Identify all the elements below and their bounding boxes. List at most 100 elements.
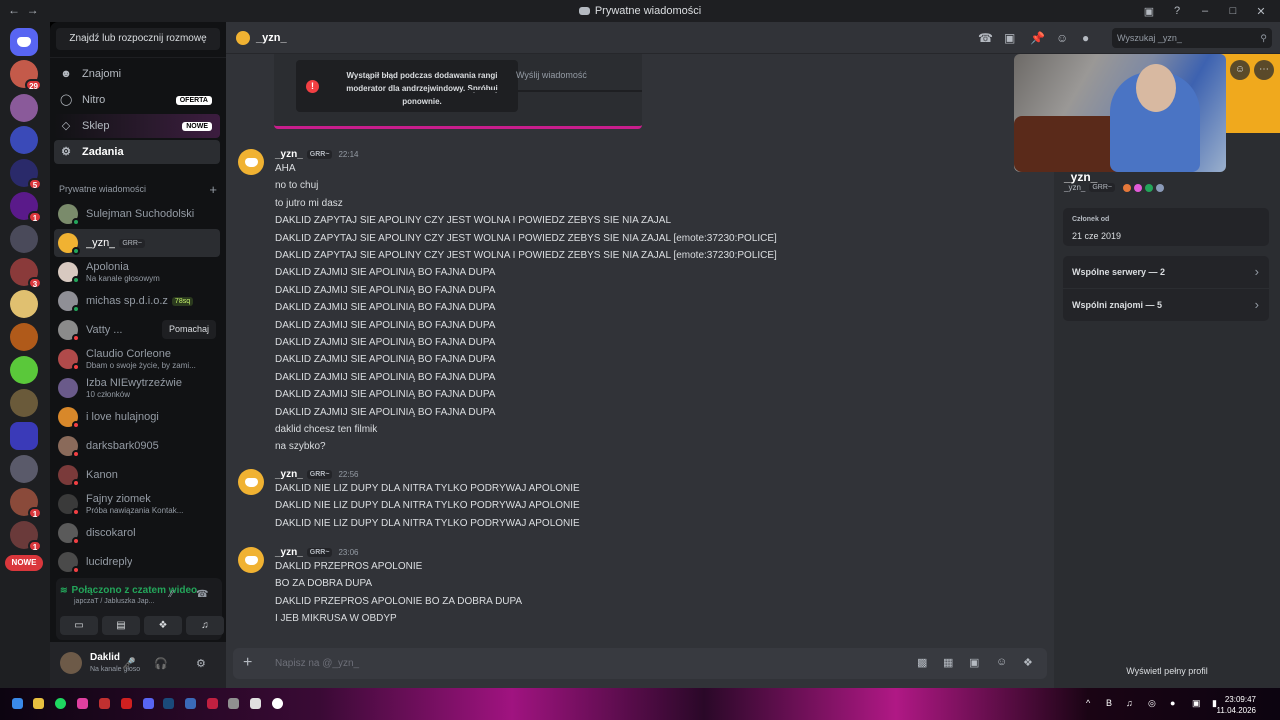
disconnect-icon[interactable]: ☎ [196, 589, 208, 600]
microphone-icon[interactable]: ● [1170, 698, 1175, 708]
minimize-button[interactable]: – [1198, 5, 1212, 17]
tray-app-icon[interactable]: B [1106, 698, 1112, 708]
dm-item[interactable]: darksbark0905 [54, 432, 220, 460]
message-author[interactable]: _yzn_ [275, 149, 303, 160]
server-icon[interactable] [10, 323, 38, 351]
add-friend-icon[interactable]: ☺ [1230, 60, 1250, 80]
nav-shop[interactable]: ◇ Sklep NOWE [54, 114, 220, 138]
screen-share-button[interactable]: ▤ [102, 616, 140, 635]
settings-icon[interactable]: ⚙ [196, 657, 206, 670]
server-icon[interactable] [10, 225, 38, 253]
server-icon[interactable]: 1 [10, 192, 42, 223]
noise-suppression-icon[interactable]: ⁄⁄ [170, 589, 173, 600]
image-attachment[interactable]: ! Wystąpił błąd podczas dodawania rangi … [274, 54, 642, 129]
explorer-icon[interactable] [33, 698, 44, 709]
dm-item[interactable]: Vatty ... Pomachaj [54, 316, 220, 344]
message-composer[interactable]: + Napisz na @_yzn_ ▩ ▦ ▣ ☺ ❖ [233, 648, 1047, 679]
user-profile-icon[interactable]: ● [1082, 31, 1089, 45]
dm-item[interactable]: i love hulajnogi [54, 403, 220, 431]
server-icon[interactable] [10, 126, 38, 154]
avatar[interactable] [238, 547, 264, 573]
dm-item[interactable]: Apolonia Na kanale głosowym [54, 258, 220, 286]
app-icon[interactable] [272, 698, 283, 709]
message-input[interactable]: Napisz na @_yzn_ [275, 658, 359, 669]
server-icon[interactable]: 5 [10, 159, 42, 190]
app-icon[interactable] [228, 698, 239, 709]
app-icon[interactable] [121, 698, 132, 709]
instagram-icon[interactable] [77, 698, 88, 709]
avatar[interactable] [60, 652, 82, 674]
server-icon[interactable] [10, 290, 38, 318]
voice-channel[interactable]: japczaT / Jabluszka Jap... [74, 598, 154, 605]
nav-friends[interactable]: ☻ Znajomi [54, 62, 220, 86]
mutual-servers[interactable]: Wspólne serwery — 2 › [1063, 256, 1269, 288]
nav-nitro[interactable]: ◯ Nitro OFERTA [54, 88, 220, 112]
message-author[interactable]: _yzn_ [275, 469, 303, 480]
server-icon[interactable]: 3 [10, 258, 42, 289]
add-friends-icon[interactable]: ☺ [1056, 31, 1068, 45]
apps-icon[interactable]: ❖ [1023, 656, 1033, 669]
dm-item[interactable]: Izba NIEwytrzeźwie 10 członków [54, 374, 220, 402]
view-full-profile-link[interactable]: Wyświetl pełny profil [1054, 666, 1280, 676]
video-call-icon[interactable]: ▣ [1004, 31, 1015, 45]
dm-item[interactable]: Fajny ziomek Próba nawiązania Kontak... [54, 490, 220, 518]
network-icon[interactable]: ◎ [1148, 698, 1156, 709]
message-author[interactable]: _yzn_ [275, 547, 303, 558]
dm-item[interactable]: Sulejman Suchodolski [54, 200, 220, 228]
dm-item[interactable]: _yzn_ GRR~ [54, 229, 220, 257]
help-icon[interactable]: ? [1170, 5, 1184, 17]
app-icon[interactable] [185, 698, 196, 709]
steam-icon[interactable] [163, 698, 174, 709]
avatar[interactable] [238, 149, 264, 175]
add-dm-icon[interactable]: + [209, 182, 217, 197]
avatar[interactable] [238, 469, 264, 495]
gif-icon[interactable]: ▦ [943, 656, 953, 669]
dm-item[interactable]: michas sp.d.i.o.z 78sq [54, 287, 220, 315]
server-icon[interactable] [10, 455, 38, 483]
camera-off-button[interactable]: ▭ [60, 616, 98, 635]
voice-call-icon[interactable]: ☎ [978, 31, 993, 45]
nav-quests[interactable]: ⚙ Zadania [54, 140, 220, 164]
sticker-icon[interactable]: ▣ [969, 656, 979, 669]
activities-button[interactable]: ❖ [144, 616, 182, 635]
discord-icon[interactable] [143, 698, 154, 709]
pin-icon[interactable]: 📌 [1030, 31, 1045, 45]
server-icon[interactable] [10, 94, 38, 122]
video-preview[interactable] [1014, 54, 1226, 172]
find-conversation-button[interactable]: Znajdź lub rozpocznij rozmowę [56, 28, 220, 50]
server-icon[interactable] [10, 389, 38, 417]
mutual-friends[interactable]: Wspólni znajomi — 5 › [1063, 289, 1269, 321]
spotify-icon[interactable] [55, 698, 66, 709]
speaker-icon[interactable]: ♫ [1126, 698, 1133, 708]
server-icon[interactable]: 1 [10, 488, 42, 519]
soundboard-button[interactable]: ♫ [186, 616, 224, 635]
more-icon[interactable]: ⋯ [1254, 60, 1274, 80]
maximize-button[interactable]: □ [1226, 5, 1240, 17]
dm-item[interactable]: discokarol [54, 519, 220, 547]
tray-chevron-icon[interactable]: ^ [1086, 698, 1090, 708]
folder-icon[interactable] [10, 422, 38, 450]
microphone-icon[interactable]: 🎤 [122, 657, 136, 670]
search-input[interactable]: Wyszukaj _yzn_ ⚲ [1112, 28, 1272, 48]
dm-item[interactable]: lucidreply [54, 548, 220, 576]
app-icon[interactable] [250, 698, 261, 709]
emoji-icon[interactable]: ☺ [996, 656, 1007, 668]
inbox-icon[interactable]: ▣ [1142, 5, 1156, 18]
server-icon[interactable]: 1 [10, 521, 42, 552]
app-icon[interactable] [99, 698, 110, 709]
server-icon[interactable] [10, 356, 38, 384]
dm-item[interactable]: Kanon [54, 461, 220, 489]
clock[interactable]: 23:09:47 11.04.2026 [1217, 694, 1256, 716]
monitor-icon[interactable]: ▣ [1192, 698, 1201, 709]
upload-icon[interactable]: + [243, 654, 252, 672]
new-badge[interactable]: NOWE [5, 555, 43, 571]
home-button[interactable] [10, 28, 38, 56]
server-icon[interactable]: 29 [10, 60, 42, 91]
close-button[interactable]: ✕ [1254, 5, 1268, 18]
app-icon[interactable] [207, 698, 218, 709]
dm-item[interactable]: Claudio Corleone Dbam o swoje życie, by z… [54, 345, 220, 373]
start-icon[interactable] [12, 698, 23, 709]
headphones-icon[interactable]: 🎧 [154, 657, 168, 670]
gift-icon[interactable]: ▩ [917, 656, 927, 669]
wave-button[interactable]: Pomachaj [161, 320, 216, 339]
